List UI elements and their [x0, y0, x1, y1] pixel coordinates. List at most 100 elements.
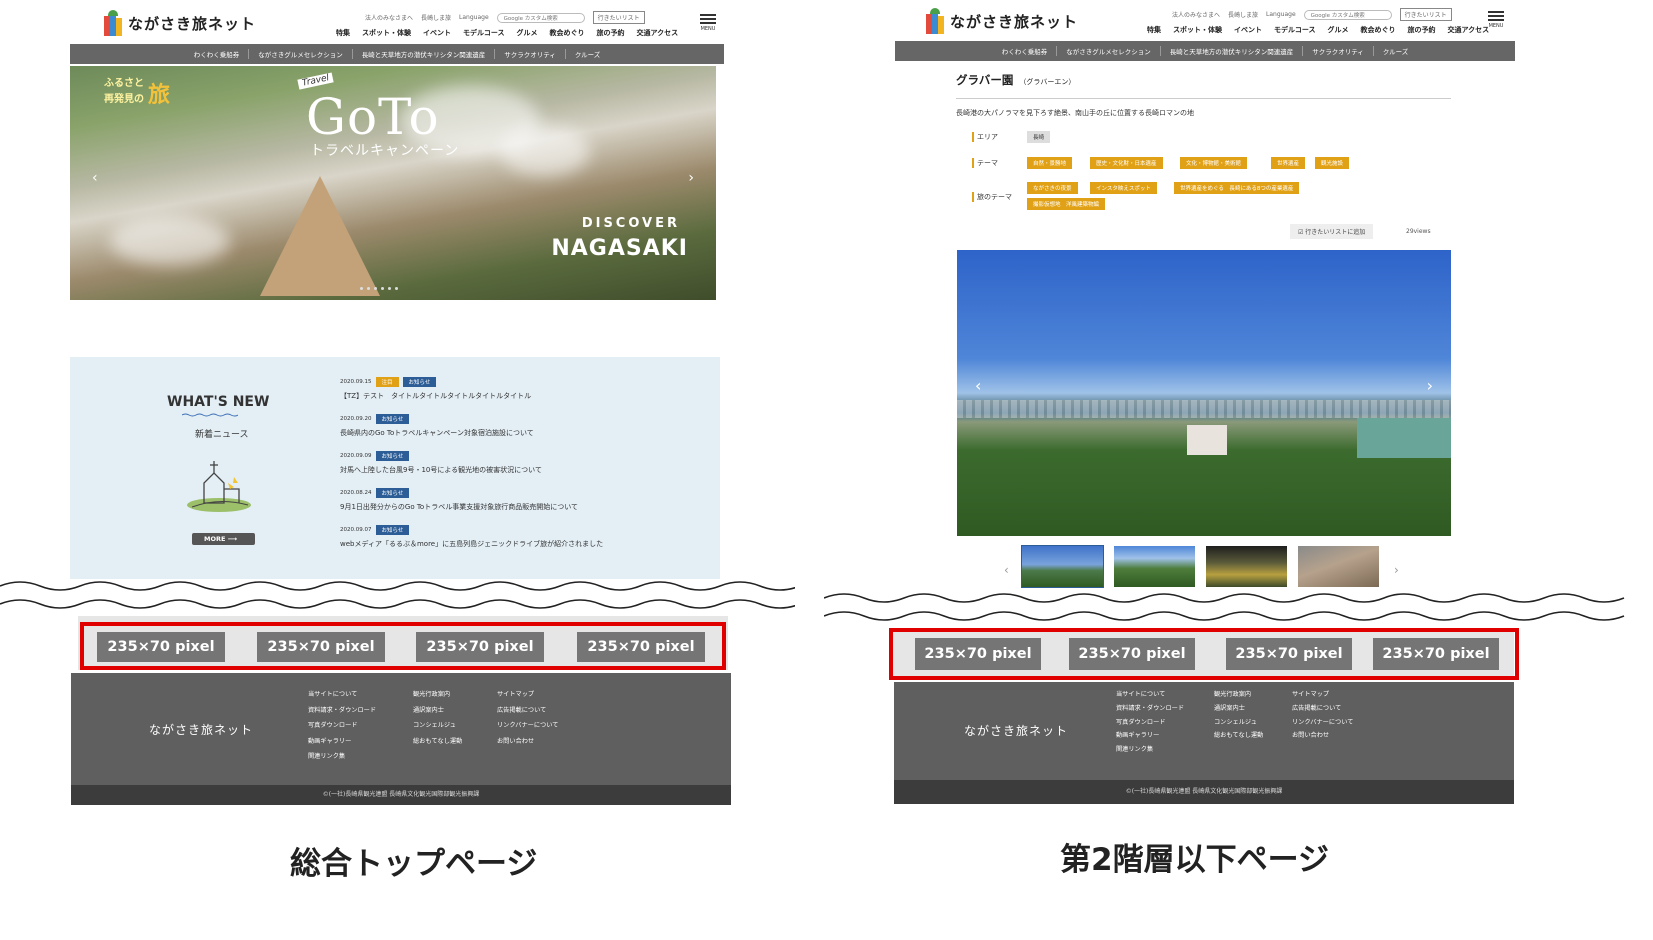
footer-link[interactable]: 動画ギャラリー: [308, 734, 376, 750]
gnav-item[interactable]: 交通アクセス: [637, 28, 679, 38]
gnav-item[interactable]: スポット・体験: [362, 28, 411, 38]
wishlist-button[interactable]: 行きたいリスト: [1399, 8, 1452, 21]
footer-link[interactable]: 当サイトについて: [1116, 688, 1184, 702]
news-item[interactable]: 2020.08.24 お知らせ 9月1日出発分からのGo Toトラベル事業支援対象…: [340, 488, 578, 512]
banner-slot[interactable]: 235×70 pixel: [1373, 638, 1499, 670]
footer-link[interactable]: お問い合わせ: [497, 734, 558, 750]
gnav-item[interactable]: モデルコース: [1274, 25, 1316, 35]
banner-slot[interactable]: 235×70 pixel: [97, 632, 225, 662]
menu-icon[interactable]: MENU: [700, 12, 716, 32]
category-item[interactable]: わくわく乗船券: [993, 46, 1057, 56]
shimatabi-link[interactable]: 長崎しま旅: [1228, 10, 1258, 19]
footer-link[interactable]: 写真ダウンロード: [1116, 716, 1184, 730]
search-input[interactable]: Google カスタム検索: [1303, 9, 1392, 20]
theme-chip[interactable]: 文化・博物館・美術館: [1180, 157, 1248, 169]
category-item[interactable]: 長崎と天草地方の潜伏キリシタン関連遺産: [351, 49, 495, 59]
shimatabi-link[interactable]: 長崎しま旅: [421, 13, 451, 22]
main-photo[interactable]: ‹ ›: [957, 250, 1451, 536]
footer-link[interactable]: 関連リンク集: [308, 749, 376, 765]
footer-link[interactable]: リンクバナーについて: [497, 718, 558, 734]
site-logo[interactable]: ながさき旅ネット: [926, 8, 1078, 34]
footer-link[interactable]: 広告掲載について: [497, 703, 558, 719]
corporate-link[interactable]: 法人のみなさまへ: [365, 13, 413, 22]
footer-link[interactable]: サイトマップ: [497, 687, 558, 703]
footer-link[interactable]: 資料請求・ダウンロード: [1116, 702, 1184, 716]
footer-link[interactable]: 通訳案内士: [413, 703, 462, 719]
language-select[interactable]: Language: [1266, 11, 1296, 18]
footer-link[interactable]: コンシェルジュ: [413, 718, 462, 734]
gnav-item[interactable]: 旅の予約: [597, 28, 625, 38]
theme-chip[interactable]: 観光施設: [1315, 157, 1350, 169]
footer-link[interactable]: コンシェルジュ: [1214, 716, 1263, 730]
menu-icon[interactable]: MENU: [1488, 9, 1504, 29]
footer-link[interactable]: 観光行政案内: [1214, 688, 1263, 702]
news-item[interactable]: 2020.09.07 お知らせ webメディア「るるぶ＆more」に五島列島ジェニ…: [340, 525, 603, 549]
category-item[interactable]: ながさきグルメセレクション: [248, 49, 352, 59]
category-item[interactable]: わくわく乗船券: [185, 49, 249, 59]
corporate-link[interactable]: 法人のみなさまへ: [1172, 10, 1220, 19]
gnav-item[interactable]: 教会めぐり: [1361, 25, 1396, 35]
category-item[interactable]: クルーズ: [564, 49, 609, 59]
thumbnail[interactable]: [1206, 546, 1287, 587]
gnav-item[interactable]: イベント: [1234, 25, 1262, 35]
gnav-item[interactable]: 特集: [1147, 25, 1161, 35]
footer-link[interactable]: 広告掲載について: [1292, 702, 1353, 716]
news-item[interactable]: 2020.09.09 お知らせ 対馬へ上陸した台風9号・10号による観光地の被害状…: [340, 451, 542, 475]
category-item[interactable]: クルーズ: [1372, 46, 1417, 56]
slider-next-icon[interactable]: ›: [688, 170, 694, 186]
gnav-item[interactable]: グルメ: [1328, 25, 1349, 35]
theme-chip[interactable]: 歴史・文化財・日本遺産: [1090, 157, 1163, 169]
footer-link[interactable]: 動画ギャラリー: [1116, 729, 1184, 743]
thumb-next-icon[interactable]: ›: [1394, 563, 1399, 577]
banner-slot[interactable]: 235×70 pixel: [915, 638, 1041, 670]
footer-link[interactable]: 総おもてなし運動: [1214, 729, 1263, 743]
photo-prev-icon[interactable]: ‹: [975, 376, 981, 395]
category-item[interactable]: サクラクオリティ: [1302, 46, 1373, 56]
footer-logo[interactable]: ながさき旅ネット: [149, 721, 253, 738]
gnav-item[interactable]: 特集: [336, 28, 350, 38]
banner-slot[interactable]: 235×70 pixel: [1069, 638, 1195, 670]
area-chip[interactable]: 長崎: [1027, 131, 1051, 143]
gnav-item[interactable]: 旅の予約: [1408, 25, 1436, 35]
language-select[interactable]: Language: [459, 14, 489, 21]
footer-logo[interactable]: ながさき旅ネット: [964, 722, 1068, 739]
gnav-item[interactable]: スポット・体験: [1173, 25, 1222, 35]
more-button[interactable]: MORE ⟶: [192, 533, 256, 545]
photo-next-icon[interactable]: ›: [1427, 376, 1433, 395]
trip-theme-chip[interactable]: 撮影仮想地 洋風建築物編: [1027, 198, 1106, 210]
thumb-prev-icon[interactable]: ‹: [1004, 563, 1009, 577]
thumbnail[interactable]: [1298, 546, 1379, 587]
gnav-item[interactable]: グルメ: [517, 28, 538, 38]
wishlist-button[interactable]: 行きたいリスト: [592, 11, 645, 24]
banner-slot[interactable]: 235×70 pixel: [257, 632, 385, 662]
gnav-item[interactable]: 教会めぐり: [550, 28, 585, 38]
add-wishlist-button[interactable]: ☑ 行きたいリストに追加: [1290, 224, 1374, 239]
gnav-item[interactable]: 交通アクセス: [1448, 25, 1490, 35]
banner-slot[interactable]: 235×70 pixel: [1226, 638, 1352, 670]
hero-slider[interactable]: ふるさと 再発見の旅 Travel GoTo トラベルキャンペーン DISCOVE…: [70, 66, 716, 300]
footer-link[interactable]: リンクバナーについて: [1292, 716, 1353, 730]
footer-link[interactable]: お問い合わせ: [1292, 729, 1353, 743]
trip-theme-chip[interactable]: インスタ映えスポット: [1090, 182, 1157, 194]
site-logo[interactable]: ながさき旅ネット: [104, 10, 256, 36]
thumbnail[interactable]: [1114, 546, 1195, 587]
trip-theme-chip[interactable]: 世界遺産をめぐる 長崎にある8つの産業遺産: [1174, 182, 1300, 194]
news-item[interactable]: 2020.09.20 お知らせ 長崎県内のGo Toトラベルキャンペーン対象宿泊施…: [340, 414, 534, 438]
gnav-item[interactable]: イベント: [423, 28, 451, 38]
news-item[interactable]: 2020.09.15 注目 お知らせ 【TZ】テスト タイトルタイトルタイトルタイト…: [340, 377, 531, 401]
footer-link[interactable]: 資料請求・ダウンロード: [308, 703, 376, 719]
footer-link[interactable]: 総おもてなし運動: [413, 734, 462, 750]
trip-theme-chip[interactable]: ながさきの夜景: [1027, 182, 1078, 194]
category-item[interactable]: ながさきグルメセレクション: [1056, 46, 1160, 56]
slider-dots[interactable]: [360, 287, 398, 290]
theme-chip[interactable]: 世界遺産: [1271, 157, 1306, 169]
footer-link[interactable]: 写真ダウンロード: [308, 718, 376, 734]
footer-link[interactable]: 当サイトについて: [308, 687, 376, 703]
gnav-item[interactable]: モデルコース: [463, 28, 505, 38]
category-item[interactable]: 長崎と天草地方の潜伏キリシタン関連遺産: [1159, 46, 1303, 56]
banner-slot[interactable]: 235×70 pixel: [416, 632, 544, 662]
footer-link[interactable]: サイトマップ: [1292, 688, 1353, 702]
theme-chip[interactable]: 自然・景勝地: [1027, 157, 1073, 169]
footer-link[interactable]: 通訳案内士: [1214, 702, 1263, 716]
footer-link[interactable]: 観光行政案内: [413, 687, 462, 703]
